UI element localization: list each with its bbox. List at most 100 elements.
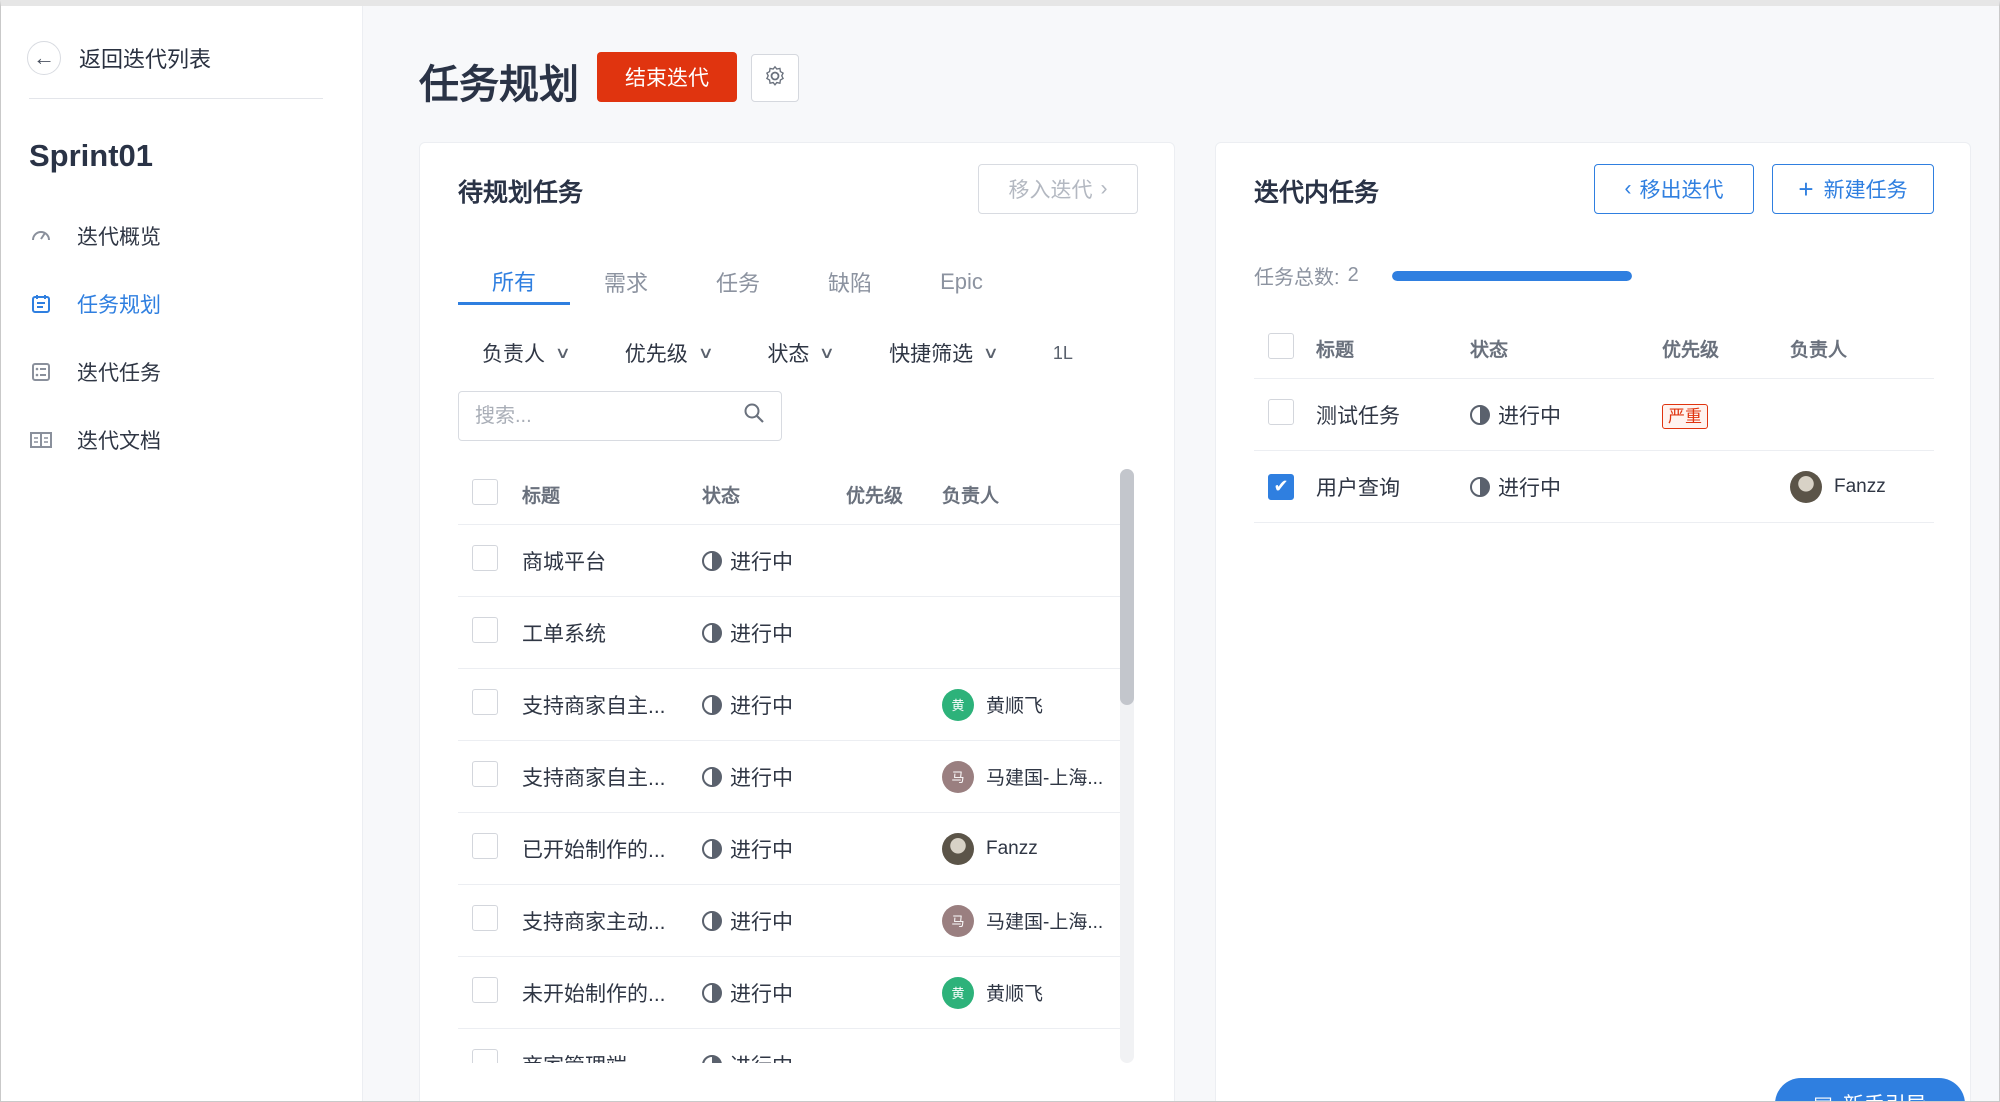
back-to-iteration-list[interactable]: ← 返回迭代列表 xyxy=(27,38,211,78)
row-checkbox[interactable] xyxy=(472,904,498,931)
row-status[interactable]: 进行中 xyxy=(1470,472,1662,502)
chevron-down-icon: ∨ xyxy=(982,345,1000,362)
row-checkbox[interactable]: ✔ xyxy=(1268,473,1294,500)
row-checkbox[interactable] xyxy=(472,544,498,571)
row-owner[interactable]: 黄黄顺飞 xyxy=(942,688,1122,721)
table-row[interactable]: 已开始制作的... 进行中 Fanzz xyxy=(458,813,1126,885)
beginner-guide-button[interactable]: ▤ 新手引导 xyxy=(1775,1078,1965,1101)
half-circle-icon xyxy=(702,766,722,787)
scrollbar-thumb[interactable] xyxy=(1120,469,1134,705)
row-status[interactable]: 进行中 xyxy=(702,546,846,576)
half-circle-icon xyxy=(702,838,722,859)
move-out-button[interactable]: ‹ 移出迭代 xyxy=(1594,164,1754,214)
chevron-down-icon: ∨ xyxy=(819,345,836,362)
row-owner[interactable]: 马马建国-上海... xyxy=(942,760,1122,793)
page-title: 任务规划 xyxy=(419,63,579,107)
task-count: 任务总数: 2 xyxy=(1254,261,1359,290)
column-status: 状态 xyxy=(702,486,741,507)
search-icon[interactable] xyxy=(743,402,765,430)
table-row[interactable]: ✔ 用户查询 进行中 Fanzz xyxy=(1254,451,1934,523)
row-status[interactable]: 进行中 xyxy=(702,1050,846,1063)
row-status[interactable]: 进行中 xyxy=(702,906,846,936)
scrollbar[interactable] xyxy=(1120,469,1134,1063)
status-text: 进行中 xyxy=(730,982,793,1006)
new-task-button[interactable]: + 新建任务 xyxy=(1772,164,1934,214)
table-row[interactable]: 未开始制作的... 进行中 黄黄顺飞 xyxy=(458,957,1126,1029)
row-owner[interactable]: 黄黄顺飞 xyxy=(942,976,1122,1009)
avatar: 马 xyxy=(942,760,974,793)
column-title: 标题 xyxy=(1316,340,1355,361)
tab-task[interactable]: 任务 xyxy=(682,259,794,305)
sidebar-item-label: 迭代概览 xyxy=(77,226,161,249)
filter-owner[interactable]: 负责人 ∨ xyxy=(482,338,572,368)
tab-requirement[interactable]: 需求 xyxy=(570,259,682,305)
move-in-label: 移入迭代 xyxy=(1008,179,1093,202)
row-owner[interactable]: 马马建国-上海... xyxy=(942,904,1122,937)
row-status[interactable]: 进行中 xyxy=(1470,400,1662,430)
guide-label: 新手引导 xyxy=(1843,1089,1927,1101)
half-circle-icon xyxy=(702,1054,722,1063)
sidebar-item-iteration-tasks[interactable]: 迭代任务 xyxy=(29,338,339,406)
table-row[interactable]: 支持商家自主... 进行中 马马建国-上海... xyxy=(458,741,1126,813)
task-count-value: 2 xyxy=(1347,264,1359,286)
chevron-down-icon: ∨ xyxy=(554,345,572,362)
row-checkbox[interactable] xyxy=(1268,398,1294,425)
table-header: 标题 状态 优先级 负责人 xyxy=(1254,319,1934,379)
table-row[interactable]: 工单系统 进行中 xyxy=(458,597,1126,669)
row-title[interactable]: 支持商家自主... xyxy=(522,762,702,792)
row-status[interactable]: 进行中 xyxy=(702,834,846,864)
tab-epic[interactable]: Epic xyxy=(906,259,1017,305)
row-title[interactable]: 已开始制作的... xyxy=(522,834,702,864)
row-checkbox[interactable] xyxy=(472,1048,498,1063)
row-checkbox[interactable] xyxy=(472,976,498,1003)
owner-name: Fanzz xyxy=(986,837,1038,859)
iteration-tasks-title: 迭代内任务 xyxy=(1254,179,1380,207)
end-iteration-button[interactable]: 结束迭代 xyxy=(597,52,737,102)
row-status[interactable]: 进行中 xyxy=(702,618,846,648)
row-priority[interactable]: 严重 xyxy=(1662,402,1790,429)
row-status[interactable]: 进行中 xyxy=(702,690,846,720)
table-row[interactable]: 测试任务 进行中 严重 xyxy=(1254,379,1934,451)
row-title[interactable]: 未开始制作的... xyxy=(522,978,702,1008)
column-title: 标题 xyxy=(522,486,561,507)
table-row[interactable]: 支持商家主动... 进行中 马马建国-上海... xyxy=(458,885,1126,957)
filter-priority[interactable]: 优先级 ∨ xyxy=(625,338,714,368)
table-row[interactable]: 支持商家自主... 进行中 黄黄顺飞 xyxy=(458,669,1126,741)
move-in-button[interactable]: 移入迭代 › xyxy=(978,164,1138,214)
table-header: 标题 状态 优先级 负责人 xyxy=(458,465,1126,525)
row-title[interactable]: 工单系统 xyxy=(522,618,702,648)
sidebar-item-overview[interactable]: 迭代概览 xyxy=(29,202,339,270)
filter-status[interactable]: 状态 ∨ xyxy=(767,338,836,368)
row-checkbox[interactable] xyxy=(472,832,498,859)
filter-quick[interactable]: 快捷筛选 ∨ xyxy=(889,338,1000,368)
tab-bug[interactable]: 缺陷 xyxy=(794,259,906,305)
row-checkbox[interactable] xyxy=(472,616,498,643)
row-title[interactable]: 支持商家主动... xyxy=(522,906,702,936)
row-owner[interactable]: Fanzz xyxy=(942,832,1122,865)
calendar-icon xyxy=(29,292,53,316)
select-all-checkbox[interactable] xyxy=(472,478,498,505)
table-row[interactable]: 商家管理端 进行中 xyxy=(458,1029,1126,1063)
row-owner[interactable]: Fanzz xyxy=(1790,470,1930,503)
select-all-checkbox[interactable] xyxy=(1268,332,1294,359)
settings-button[interactable] xyxy=(751,54,799,102)
sidebar-nav: 迭代概览 任务规划 迭代任务 迭代文档 xyxy=(29,202,339,474)
row-title[interactable]: 商城平台 xyxy=(522,546,702,576)
row-title[interactable]: 用户查询 xyxy=(1316,472,1470,502)
search-box xyxy=(458,391,782,441)
sidebar-item-task-planning[interactable]: 任务规划 xyxy=(29,270,339,338)
row-title[interactable]: 支持商家自主... xyxy=(522,690,702,720)
tab-all[interactable]: 所有 xyxy=(458,259,571,305)
row-title[interactable]: 测试任务 xyxy=(1316,400,1470,430)
filter-more[interactable]: 1L xyxy=(1053,343,1073,364)
table-row[interactable]: 商城平台 进行中 xyxy=(458,525,1126,597)
sidebar-item-iteration-docs[interactable]: 迭代文档 xyxy=(29,406,339,474)
row-status[interactable]: 进行中 xyxy=(702,762,846,792)
row-checkbox[interactable] xyxy=(472,760,498,787)
row-title[interactable]: 商家管理端 xyxy=(522,1050,702,1064)
row-checkbox[interactable] xyxy=(472,688,498,715)
search-input[interactable] xyxy=(475,404,725,428)
priority-badge: 严重 xyxy=(1662,403,1708,429)
owner-name: 黄顺飞 xyxy=(986,984,1044,1005)
row-status[interactable]: 进行中 xyxy=(702,978,846,1008)
